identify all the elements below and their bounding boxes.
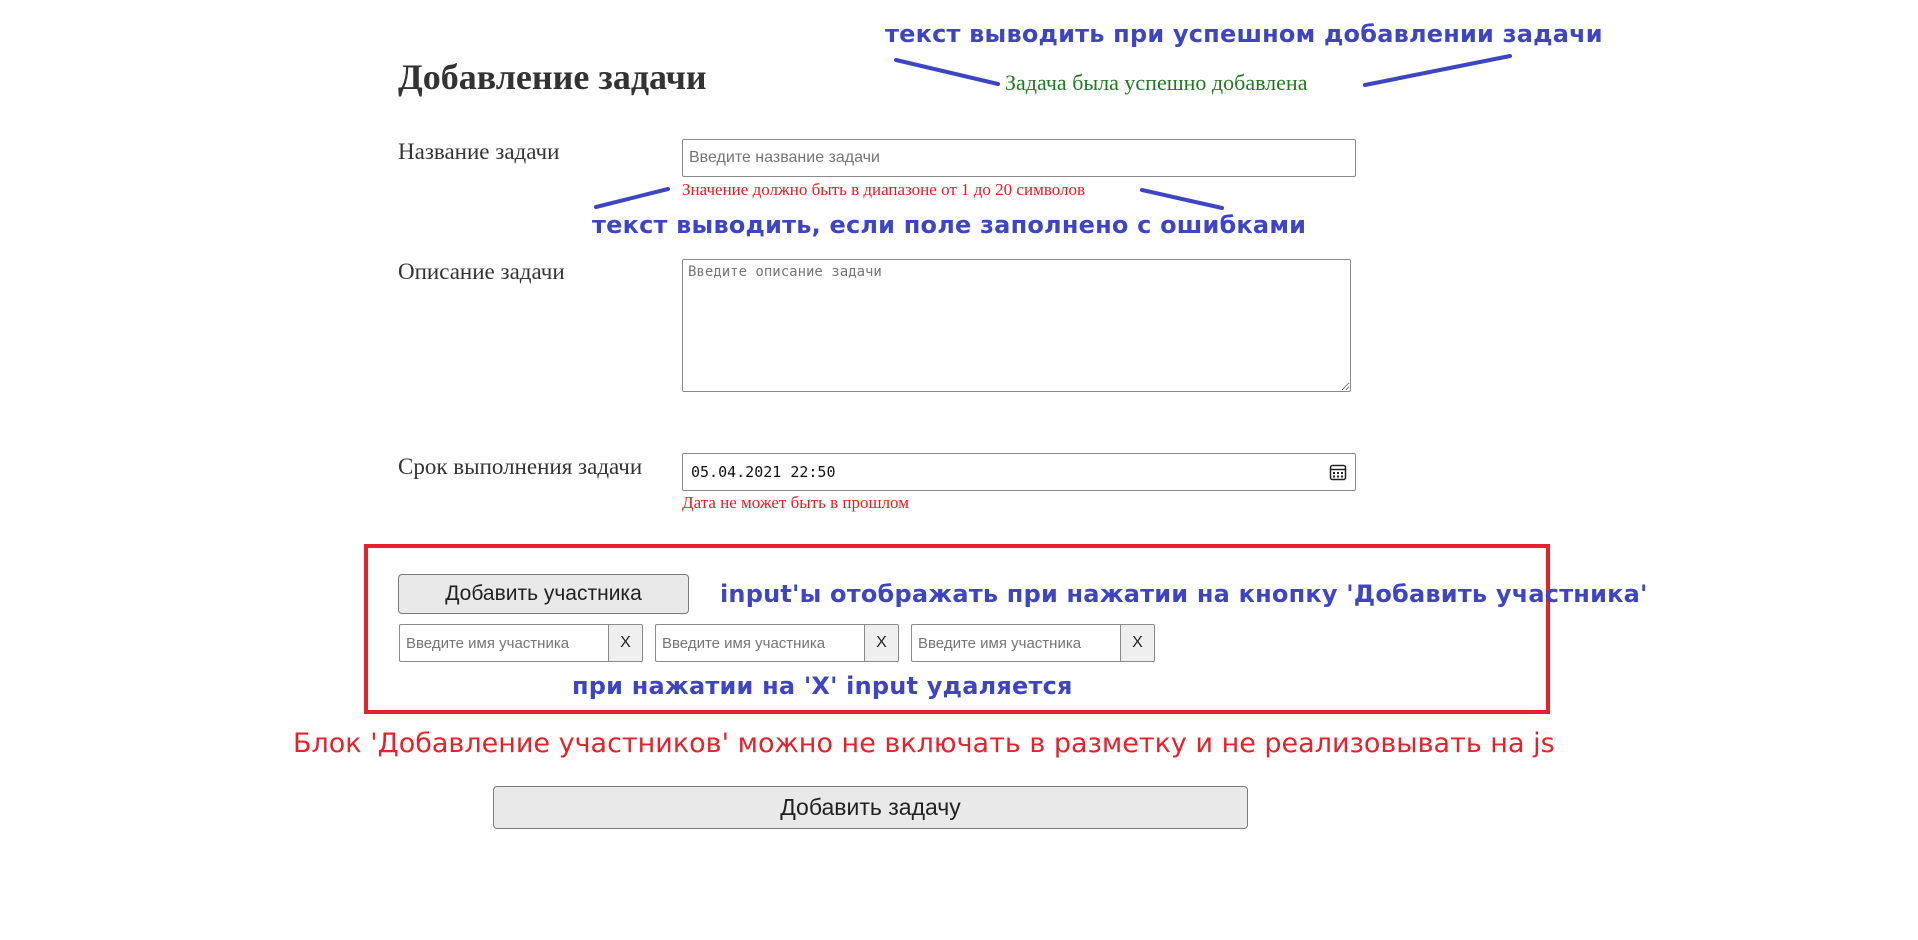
success-annotation: текст выводить при успешном добавлении з… — [885, 20, 1603, 48]
participant-row: X — [911, 624, 1155, 662]
deadline-value: 05.04.2021 22:50 — [691, 463, 836, 481]
task-description-textarea[interactable] — [682, 259, 1351, 392]
task-name-error: Значение должно быть в диапазоне от 1 до… — [682, 180, 1086, 199]
task-description-label: Описание задачи — [398, 259, 565, 284]
participant-name-input[interactable] — [399, 624, 609, 662]
page-title: Добавление задачи — [398, 57, 707, 97]
participant-row: X — [399, 624, 643, 662]
success-message: Задача была успешно добавлена — [1005, 70, 1308, 95]
remove-annotation: при нажатии на 'X' input удаляется — [572, 672, 1073, 700]
deadline-label: Срок выполнения задачи — [398, 454, 643, 479]
calendar-icon[interactable] — [1329, 463, 1347, 481]
add-participant-button[interactable]: Добавить участника — [398, 574, 689, 614]
submit-task-button[interactable]: Добавить задачу — [493, 786, 1248, 829]
deadline-error: Дата не может быть в прошлом — [682, 493, 909, 512]
remove-participant-button[interactable]: X — [1121, 624, 1155, 662]
participant-name-input[interactable] — [655, 624, 865, 662]
participants-annotation: input'ы отображать при нажатии на кнопку… — [720, 580, 1648, 608]
participants-block-note: Блок 'Добавление участников' можно не вк… — [293, 728, 1555, 759]
participant-name-input[interactable] — [911, 624, 1121, 662]
task-name-label: Название задачи — [398, 139, 560, 164]
error-annotation: текст выводить, если поле заполнено с ош… — [592, 211, 1307, 239]
participant-row: X — [655, 624, 899, 662]
remove-participant-button[interactable]: X — [609, 624, 643, 662]
remove-participant-button[interactable]: X — [865, 624, 899, 662]
deadline-input[interactable]: 05.04.2021 22:50 — [682, 453, 1356, 491]
task-name-input[interactable] — [682, 139, 1356, 177]
